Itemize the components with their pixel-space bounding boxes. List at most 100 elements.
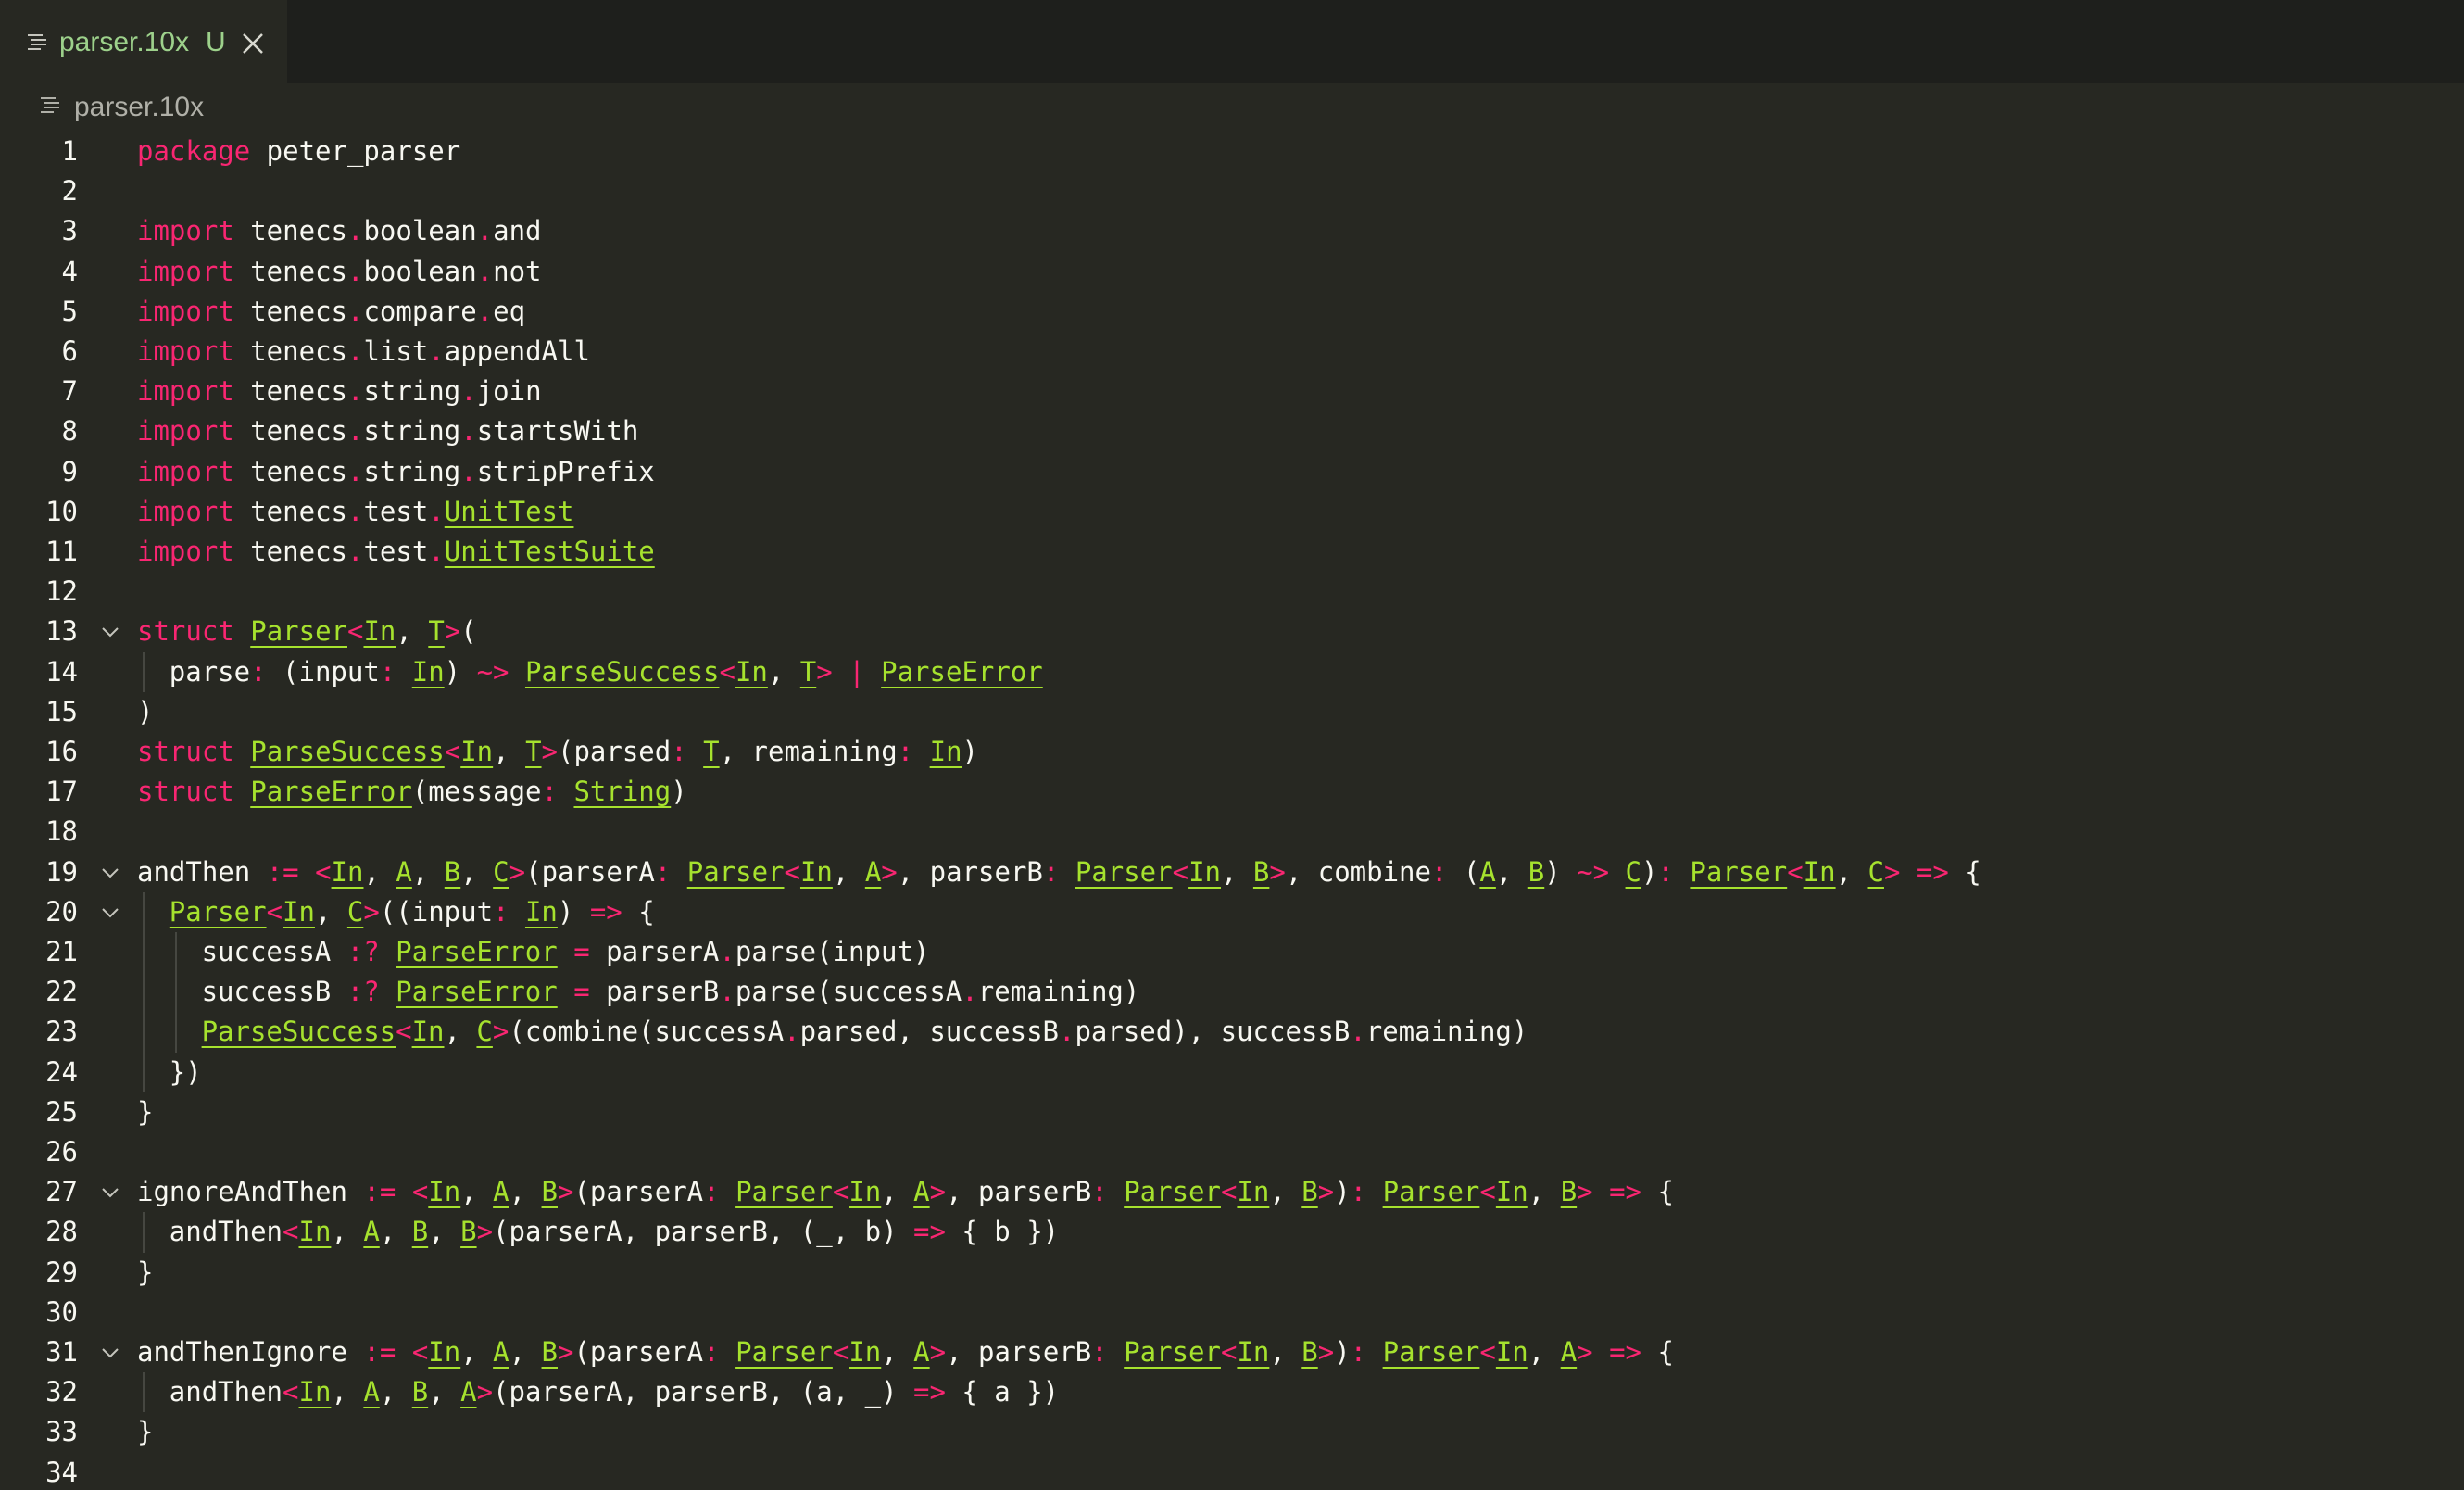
identifier-token: tenecs bbox=[233, 335, 347, 367]
type-token: In bbox=[411, 1016, 445, 1048]
keyword-token: import bbox=[137, 495, 234, 527]
operator-token: > bbox=[476, 1216, 494, 1248]
code-line[interactable]: 18 bbox=[0, 812, 2464, 852]
operator-token: < bbox=[719, 655, 735, 688]
tab-bar: parser.10x U bbox=[0, 0, 2464, 83]
code-line[interactable]: 15) bbox=[0, 692, 2464, 732]
indent-guide bbox=[143, 1012, 145, 1053]
chevron-down-icon[interactable] bbox=[100, 903, 120, 923]
code-line[interactable]: 8 import tenecs.string.startsWith bbox=[0, 411, 2464, 451]
identifier-token: ) bbox=[1334, 1336, 1351, 1368]
code-line[interactable]: 17 struct ParseError(message: String) bbox=[0, 772, 2464, 812]
code-line[interactable]: 21 successA :? ParseError = parserA.parse… bbox=[0, 932, 2464, 972]
operator-token: :? bbox=[346, 936, 380, 967]
identifier-token: tenecs bbox=[233, 455, 347, 487]
chevron-down-icon[interactable] bbox=[100, 863, 120, 883]
code-line[interactable]: 30 bbox=[0, 1293, 2464, 1332]
type-token: In bbox=[331, 855, 364, 888]
chevron-down-icon[interactable] bbox=[100, 1343, 120, 1363]
operator-token: > bbox=[558, 1336, 574, 1368]
code-line[interactable]: 31 andThenIgnore := <In, A, B>(parserA: P… bbox=[0, 1332, 2464, 1372]
code-line[interactable]: 7 import tenecs.string.join bbox=[0, 372, 2464, 411]
operator-token: . bbox=[476, 215, 494, 247]
code-line[interactable]: 19 andThen := <In, A, B, C>(parserA: Pars… bbox=[0, 852, 2464, 892]
identifier-token: (message bbox=[411, 776, 542, 808]
code-line[interactable]: 6 import tenecs.list.appendAll bbox=[0, 332, 2464, 372]
operator-token: . bbox=[346, 215, 364, 247]
type-token: In bbox=[1237, 1336, 1270, 1368]
code-line[interactable]: 10 import tenecs.test.UnitTest bbox=[0, 492, 2464, 532]
type-token: B bbox=[1252, 855, 1270, 888]
operator-token: > bbox=[1577, 1336, 1593, 1368]
identifier-token: ( bbox=[1447, 855, 1480, 888]
type-token: Parser bbox=[735, 1176, 833, 1208]
code-line[interactable]: 16 struct ParseSuccess<In, T>(parsed: T, … bbox=[0, 732, 2464, 772]
tab-parser-10x[interactable]: parser.10x U bbox=[0, 0, 287, 83]
code-line[interactable]: 9 import tenecs.string.stripPrefix bbox=[0, 452, 2464, 492]
identifier-token: parse(successA bbox=[735, 976, 962, 1008]
code-line[interactable]: 20 Parser<In, C>((input: In) => { bbox=[0, 892, 2464, 932]
code-line[interactable]: 11 import tenecs.test.UnitTestSuite bbox=[0, 532, 2464, 572]
breadcrumb-file[interactable]: parser.10x bbox=[74, 91, 204, 124]
keyword-token: import bbox=[137, 415, 234, 448]
type-token: Parser bbox=[1075, 855, 1173, 888]
code-line[interactable]: 25} bbox=[0, 1092, 2464, 1132]
code-text: import tenecs.test.UnitTest bbox=[137, 492, 573, 532]
operator-token: := bbox=[266, 855, 299, 888]
type-token: Parser bbox=[1124, 1176, 1221, 1208]
identifier-token bbox=[1108, 1336, 1124, 1368]
chevron-down-icon[interactable] bbox=[100, 622, 120, 642]
identifier-token: startsWith bbox=[476, 415, 639, 448]
code-line[interactable]: 28 andThen<In, A, B, B>(parserA, parserB,… bbox=[0, 1212, 2464, 1252]
code-line[interactable]: 1 package peter_parser bbox=[0, 132, 2464, 171]
code-line[interactable]: 4 import tenecs.boolean.not bbox=[0, 252, 2464, 292]
operator-token: = bbox=[573, 976, 590, 1008]
indent-guide bbox=[143, 651, 145, 692]
operator-token: < bbox=[1220, 1336, 1238, 1368]
code-line[interactable]: 33} bbox=[0, 1412, 2464, 1452]
code-line[interactable]: 23 ParseSuccess<In, C>(combine(successA.p… bbox=[0, 1012, 2464, 1052]
code-text: Parser<In, C>((input: In) => { bbox=[170, 892, 655, 932]
code-text: import tenecs.boolean.not bbox=[137, 252, 542, 292]
operator-token: | bbox=[849, 655, 865, 688]
code-line[interactable]: 2 bbox=[0, 171, 2464, 211]
chevron-down-icon[interactable] bbox=[100, 1182, 120, 1203]
code-text: import tenecs.list.appendAll bbox=[137, 332, 590, 372]
code-line[interactable]: 13 struct Parser<In, T>( bbox=[0, 612, 2464, 651]
code-text: ) bbox=[137, 692, 153, 732]
identifier-token: , bbox=[832, 855, 865, 888]
identifier-token: ) bbox=[1334, 1176, 1351, 1208]
code-text: ParseSuccess<In, C>(combine(successA.par… bbox=[202, 1012, 1528, 1052]
operator-token: . bbox=[476, 255, 494, 287]
indent-guide bbox=[174, 972, 177, 1013]
type-token: ParseError bbox=[396, 976, 558, 1008]
operator-token: . bbox=[346, 375, 364, 408]
code-line[interactable]: 26 bbox=[0, 1132, 2464, 1172]
identifier-token bbox=[509, 896, 525, 928]
code-editor[interactable]: 1 package peter_parser 2 3 import tenecs.boo… bbox=[0, 132, 2464, 1490]
type-token: B bbox=[411, 1376, 429, 1408]
code-line[interactable]: 29} bbox=[0, 1253, 2464, 1293]
close-icon[interactable] bbox=[241, 32, 265, 56]
code-line[interactable]: 3 import tenecs.boolean.and bbox=[0, 211, 2464, 251]
identifier-token: ) bbox=[444, 655, 477, 688]
line-number: 31 bbox=[45, 1336, 78, 1368]
operator-token: : bbox=[493, 895, 509, 928]
code-line[interactable]: 27 ignoreAndThen := <In, A, B>(parserA: P… bbox=[0, 1172, 2464, 1212]
code-line[interactable]: 5 import tenecs.compare.eq bbox=[0, 292, 2464, 332]
line-number: 12 bbox=[45, 575, 78, 608]
code-line[interactable]: 12 bbox=[0, 572, 2464, 612]
code-line[interactable]: 22 successB :? ParseError = parserB.parse… bbox=[0, 972, 2464, 1012]
identifier-token bbox=[234, 615, 250, 647]
code-line[interactable]: 34 bbox=[0, 1453, 2464, 1490]
code-line[interactable]: 32 andThen<In, A, B, A>(parserA, parserB,… bbox=[0, 1372, 2464, 1412]
operator-token: . bbox=[460, 375, 477, 408]
operator-token: : bbox=[1657, 855, 1674, 888]
operator-token: < bbox=[266, 895, 283, 928]
operator-token: : bbox=[250, 655, 267, 688]
type-token: A bbox=[363, 1216, 380, 1248]
operator-token: < bbox=[1787, 855, 1804, 888]
code-line[interactable]: 24}) bbox=[0, 1053, 2464, 1092]
code-line[interactable]: 14 parse: (input: In) ~> ParseSuccess<In,… bbox=[0, 652, 2464, 692]
file-lines-icon bbox=[41, 97, 59, 113]
